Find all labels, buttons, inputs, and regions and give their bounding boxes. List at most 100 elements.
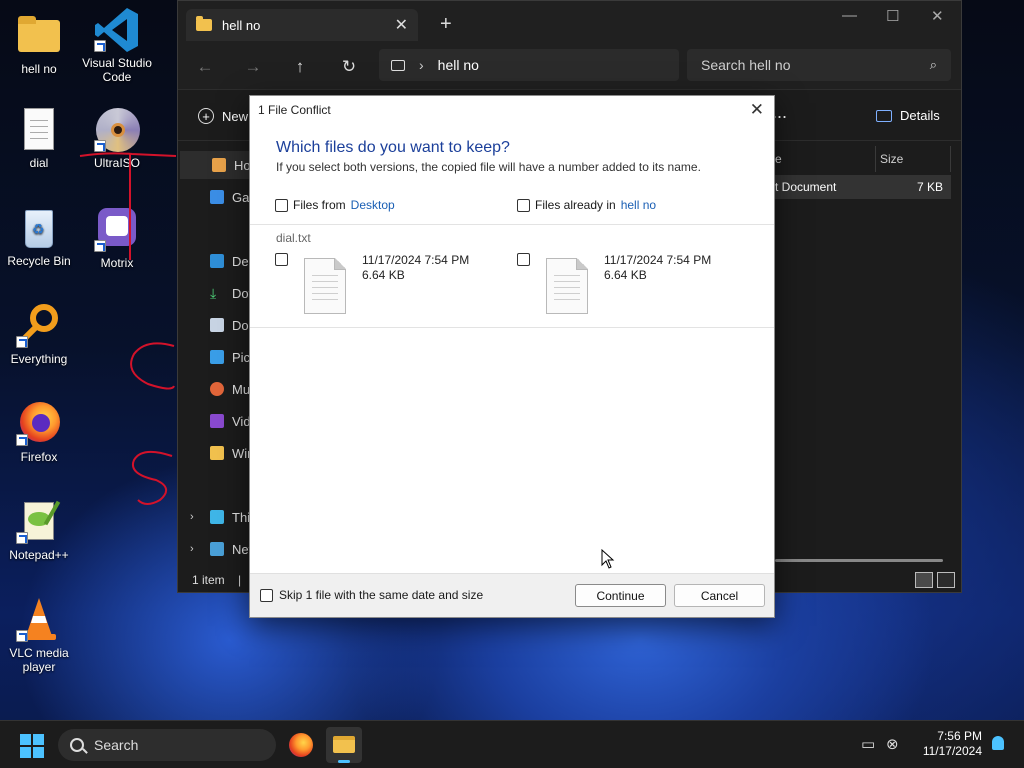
tiles-view-icon[interactable] [937, 572, 955, 588]
desktop-icon-hell-no[interactable]: hell no [2, 12, 76, 76]
checkbox-box[interactable] [260, 588, 273, 602]
dialog-title: 1 File Conflict [258, 103, 331, 117]
cancel-button[interactable]: Cancel [674, 584, 765, 607]
source-files-checkbox[interactable]: Files from Desktop [275, 198, 395, 212]
destination-file-checkbox[interactable] [517, 253, 530, 266]
desktop-icon-label: Firefox [20, 450, 58, 464]
close-window-icon[interactable]: ✕ [931, 7, 944, 25]
source-file-date: 11/17/2024 7:54 PM [362, 253, 470, 267]
close-tab-icon[interactable]: ✕ [395, 15, 408, 35]
details-view-icon[interactable] [915, 572, 933, 588]
minimize-icon[interactable]: — [842, 7, 857, 24]
source-link[interactable]: Desktop [351, 198, 395, 212]
source-file-checkbox[interactable] [275, 253, 288, 266]
chevron-right-icon[interactable]: › [190, 511, 194, 523]
status-bar: 1 item | [192, 573, 241, 587]
row-size: 7 KB [916, 180, 943, 194]
sidebar-item-network[interactable]: Net [210, 535, 252, 563]
sidebar-item-pictures[interactable]: Pict [210, 343, 254, 371]
refresh-icon[interactable]: ↻ [336, 57, 362, 77]
pictures-icon [210, 350, 224, 364]
checkbox-box[interactable] [275, 198, 288, 212]
folder-icon [196, 16, 212, 31]
details-label: Details [900, 108, 940, 123]
destination-prefix: Files already in [535, 198, 616, 212]
new-button[interactable]: + New [198, 108, 248, 124]
tab-title: hell no [222, 17, 261, 33]
taskbar-firefox[interactable] [283, 727, 319, 763]
tray-volume-icon[interactable]: ⊗ [886, 735, 899, 753]
new-tab-icon[interactable]: + [440, 13, 452, 36]
text-file-icon [16, 106, 62, 152]
destination-file-date: 11/17/2024 7:54 PM [604, 253, 712, 267]
clock-time: 7:56 PM [937, 729, 982, 743]
source-file-size: 6.64 KB [362, 268, 405, 282]
chevron-right-icon[interactable]: › [190, 543, 194, 555]
gallery-icon [210, 190, 224, 204]
computer-icon [391, 59, 405, 71]
folder-icon [333, 736, 355, 753]
active-indicator [338, 760, 350, 763]
up-arrow-icon[interactable]: ↑ [287, 57, 313, 77]
vlc-cone-icon [16, 596, 62, 642]
notification-bell-icon[interactable] [992, 736, 1004, 750]
desktop-icon-everything[interactable]: Everything [2, 302, 76, 366]
destination-files-checkbox[interactable]: Files already in hell no [517, 198, 656, 212]
desktop-icon-firefox[interactable]: Firefox [2, 400, 76, 464]
search-icon: ⌕ [929, 57, 937, 72]
skip-label: Skip 1 file with the same date and size [279, 588, 484, 602]
item-count: 1 item [192, 573, 225, 587]
desktop-icon-notepadpp[interactable]: Notepad++ [2, 498, 76, 562]
sidebar-item-windows-folder[interactable]: Win [210, 439, 254, 467]
close-icon[interactable]: ✕ [750, 100, 764, 120]
forward-arrow-icon[interactable]: → [240, 57, 266, 77]
taskbar-search-placeholder: Search [94, 737, 139, 753]
network-icon [210, 542, 224, 556]
maximize-icon[interactable]: ☐ [886, 7, 899, 25]
horizontal-scrollbar[interactable] [775, 559, 943, 562]
address-bar[interactable]: › hell no [379, 49, 679, 81]
windows-start-icon[interactable] [20, 734, 44, 758]
checkbox-box[interactable] [517, 198, 530, 212]
videos-icon [210, 414, 224, 428]
taskbar-file-explorer[interactable] [326, 727, 362, 763]
download-arrow-icon: ⤓ [210, 284, 217, 301]
skip-same-files-checkbox[interactable]: Skip 1 file with the same date and size [260, 588, 483, 602]
source-prefix: Files from [293, 198, 346, 212]
sidebar-item-gallery[interactable]: Gal [210, 183, 252, 211]
folder-icon [210, 446, 224, 460]
search-placeholder: Search hell no [701, 57, 791, 73]
explorer-search-input[interactable]: Search hell no ⌕ [687, 49, 951, 81]
vscode-icon [94, 6, 140, 52]
desktop-icon-vscode[interactable]: Visual Studio Code [80, 6, 154, 84]
details-button[interactable]: Details [876, 108, 940, 123]
view-toggle [915, 572, 955, 588]
firefox-icon [289, 733, 313, 757]
desktop-icon-vlc[interactable]: VLC media player [2, 596, 76, 674]
address-path: hell no [437, 57, 479, 73]
sidebar-item-music[interactable]: Mu [210, 375, 250, 403]
desktop-icon-recycle-bin[interactable]: ♻ Recycle Bin [2, 204, 76, 268]
desktop-icon-dial[interactable]: dial [2, 106, 76, 170]
desktop-icon-label: Visual Studio Code [82, 56, 152, 84]
source-file-meta: 11/17/2024 7:54 PM 6.64 KB [362, 253, 469, 283]
sidebar-item-this-pc[interactable]: Thi [210, 503, 250, 531]
taskbar: Search ▭ ⊗ 7:56 PM 11/17/2024 [0, 720, 1024, 768]
column-header-size[interactable]: Size [875, 146, 951, 172]
continue-button[interactable]: Continue [575, 584, 666, 607]
chevron-right-icon: › [419, 57, 424, 73]
sidebar-item-home[interactable]: Ho [180, 151, 251, 179]
table-row[interactable]: t Document 7 KB [775, 175, 951, 199]
tray-network-icon[interactable]: ▭ [861, 735, 875, 753]
explorer-tab[interactable]: hell no ✕ [186, 9, 418, 41]
taskbar-search-input[interactable]: Search [58, 729, 276, 761]
column-header-type[interactable]: e [775, 146, 871, 172]
sidebar-item-videos[interactable]: Vid [210, 407, 251, 435]
destination-link[interactable]: hell no [621, 198, 656, 212]
back-arrow-icon[interactable]: ← [192, 57, 218, 77]
navigation-pane: Ho Gal Des ⤓ Dov Doc Pict Mu Vid Win › T… [178, 149, 255, 569]
divider [250, 224, 774, 225]
plus-icon: + [198, 108, 214, 124]
system-clock[interactable]: 7:56 PM 11/17/2024 [923, 729, 982, 759]
details-pane-icon [876, 109, 892, 122]
